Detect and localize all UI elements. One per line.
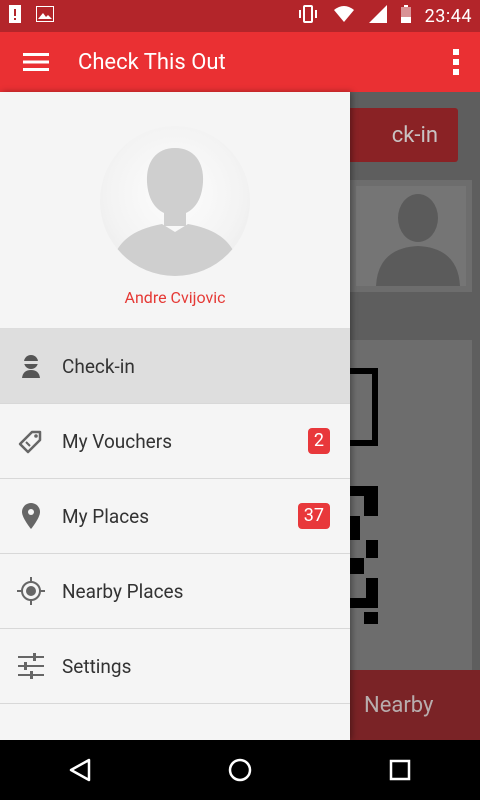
drawer-item-label: Settings (62, 654, 132, 678)
overflow-menu-icon (453, 49, 459, 75)
gps-target-icon (0, 577, 62, 605)
tag-icon (0, 428, 62, 454)
hamburger-menu-icon (23, 53, 49, 71)
home-icon (228, 758, 252, 782)
vouchers-count-badge: 2 (307, 428, 330, 454)
overflow-menu-button[interactable] (432, 32, 480, 92)
home-button[interactable] (200, 740, 280, 800)
vibrate-icon (297, 4, 319, 28)
drawer-item-label: Nearby Places (62, 579, 184, 603)
alert-icon (8, 4, 22, 28)
background-content: ck-in Nearby (350, 92, 480, 740)
background-avatar (356, 186, 466, 286)
navigation-drawer: Andre Cvijovic Check-in My Vouchers 2 My… (0, 92, 350, 740)
image-icon (36, 5, 54, 27)
wifi-icon (333, 5, 355, 28)
drawer-item-nearby-places[interactable]: Nearby Places (0, 554, 350, 629)
clock: 23:44 (424, 5, 472, 27)
recents-button[interactable] (360, 740, 440, 800)
recents-icon (389, 759, 411, 781)
app-bar: Check This Out (0, 32, 480, 92)
default-avatar-icon (110, 148, 240, 276)
drawer-item-my-places[interactable]: My Places 37 (0, 479, 350, 554)
drawer-profile-header: Andre Cvijovic (0, 92, 350, 329)
background-profile-card (350, 180, 472, 292)
status-bar: 23:44 (0, 0, 480, 32)
app-title: Check This Out (78, 49, 226, 75)
background-checkin-button: ck-in (350, 108, 458, 162)
drawer-item-check-in[interactable]: Check-in (0, 329, 350, 404)
user-name: Andre Cvijovic (124, 288, 226, 307)
drawer-item-label: Check-in (62, 354, 135, 378)
drawer-item-settings[interactable]: Settings (0, 629, 350, 704)
drawer-item-label: My Vouchers (62, 429, 173, 453)
location-pin-icon (0, 503, 62, 529)
system-navigation-bar (0, 740, 480, 800)
places-count-badge: 37 (297, 503, 330, 529)
hamburger-menu-button[interactable] (0, 32, 72, 92)
background-qr-card (350, 340, 472, 670)
avatar[interactable] (100, 126, 250, 276)
qr-code (350, 368, 378, 624)
back-button[interactable] (40, 740, 120, 800)
sliders-icon (0, 653, 62, 679)
drawer-item-my-vouchers[interactable]: My Vouchers 2 (0, 404, 350, 479)
drawer-item-label: My Places (62, 504, 150, 528)
background-nearby-button: Nearby (350, 670, 480, 740)
battery-icon (400, 4, 411, 28)
back-icon (69, 758, 91, 782)
person-icon (0, 354, 62, 378)
signal-icon (368, 4, 387, 28)
